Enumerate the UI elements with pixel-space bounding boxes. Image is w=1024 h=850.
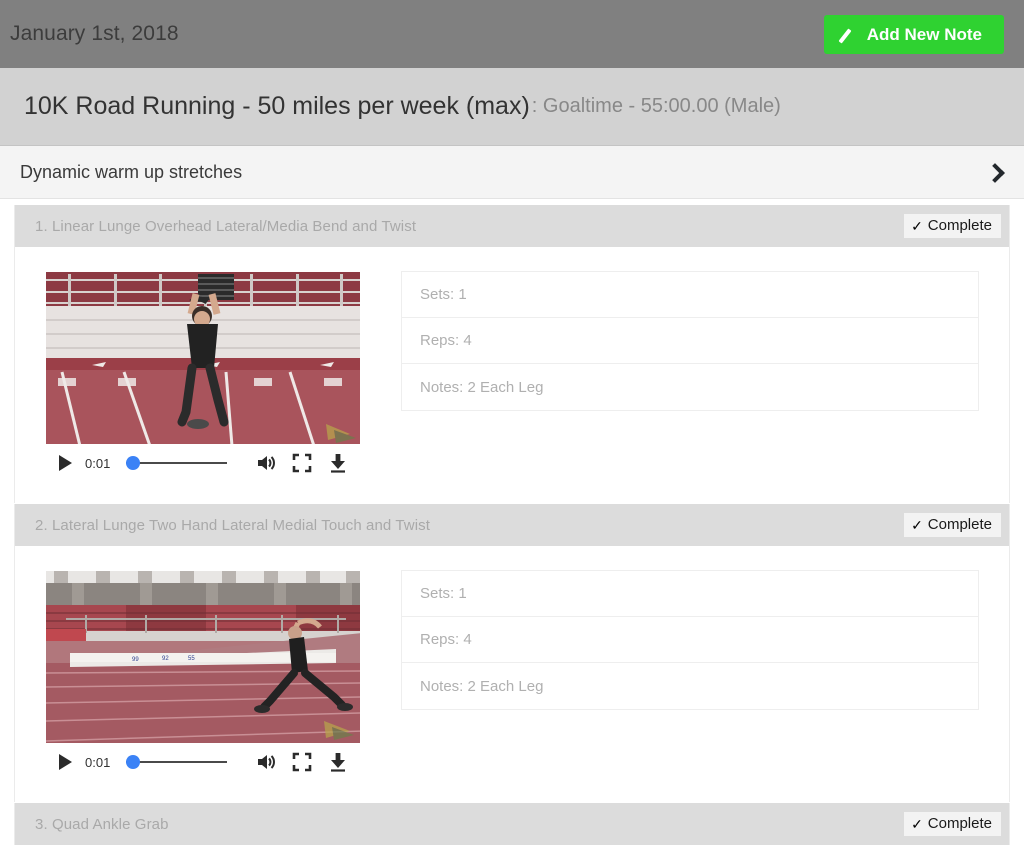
detail-row: Notes: 2 Each Leg: [420, 677, 544, 695]
card-divider: [14, 845, 1010, 846]
exercise-body: 99 92 55 0:01 Sets: 1 Reps: 4 Notes: 2 Each …: [15, 546, 1009, 802]
exercise-details-panel: Sets: 1 Reps: 4 Notes: 2 Each Leg: [401, 570, 979, 710]
exercise-name: 1. Linear Lunge Overhead Lateral/Media B…: [35, 217, 417, 235]
exercise-card: 2. Lateral Lunge Two Hand Lateral Medial…: [14, 504, 1010, 802]
slider-track: [126, 462, 227, 464]
current-date-label: January 1st, 2018: [10, 22, 179, 45]
complete-toggle-button[interactable]: ✓ Complete: [904, 513, 1001, 537]
video-progress-slider[interactable]: [126, 754, 227, 770]
svg-text:92: 92: [162, 656, 169, 662]
exercise-name: 3. Quad Ankle Grab: [35, 815, 169, 833]
detail-row: Sets: 1: [402, 272, 978, 318]
complete-label: Complete: [927, 217, 992, 234]
exercise-header[interactable]: 2. Lateral Lunge Two Hand Lateral Medial…: [15, 504, 1009, 546]
exercise-card: 3. Quad Ankle Grab ✓ Complete: [14, 803, 1010, 845]
exercise-card: 1. Linear Lunge Overhead Lateral/Media B…: [14, 205, 1010, 503]
detail-row: Reps: 4: [402, 617, 978, 663]
play-icon[interactable]: [59, 455, 72, 471]
add-new-note-label: Add New Note: [866, 24, 982, 44]
volume-icon[interactable]: [255, 452, 277, 474]
program-title: 10K Road Running - 50 miles per week (ma…: [24, 92, 530, 120]
download-icon[interactable]: [327, 751, 349, 773]
video-time-label: 0:01: [85, 754, 111, 770]
complete-toggle-button[interactable]: ✓ Complete: [904, 812, 1001, 836]
top-bar: January 1st, 2018 Add New Note: [0, 0, 1024, 68]
complete-toggle-button[interactable]: ✓ Complete: [904, 214, 1001, 238]
chevron-right-icon[interactable]: [986, 164, 1002, 180]
svg-text:99: 99: [132, 657, 139, 663]
svg-text:55: 55: [188, 656, 195, 662]
check-icon: ✓: [911, 815, 923, 832]
download-icon[interactable]: [327, 452, 349, 474]
slider-track: [126, 761, 227, 763]
fullscreen-icon[interactable]: [291, 452, 313, 474]
exercise-body: 0:01 Sets: 1 Reps: 4 Notes: 2 Each Leg: [15, 247, 1009, 503]
complete-label: Complete: [927, 516, 992, 533]
complete-label: Complete: [927, 815, 992, 832]
video-controls: 0:01: [45, 445, 361, 481]
video-player: 99 92 55 0:01: [45, 570, 361, 780]
check-icon: ✓: [911, 516, 923, 533]
exercise-list: 1. Linear Lunge Overhead Lateral/Media B…: [0, 199, 1024, 848]
detail-row: Sets: 1: [402, 571, 978, 617]
exercise-name: 2. Lateral Lunge Two Hand Lateral Medial…: [35, 516, 431, 534]
section-accordion-dynamic-warm-up[interactable]: Dynamic warm up stretches: [0, 146, 1024, 199]
section-title: Dynamic warm up stretches: [20, 161, 243, 182]
exercise-details-panel: Sets: 1 Reps: 4 Notes: 2 Each Leg: [401, 271, 979, 411]
video-progress-slider[interactable]: [126, 455, 227, 471]
fullscreen-icon[interactable]: [291, 751, 313, 773]
play-icon[interactable]: [59, 754, 72, 770]
detail-row: Notes: 2 Each Leg: [420, 378, 544, 396]
program-title-band: 10K Road Running - 50 miles per week (ma…: [0, 68, 1024, 146]
exercise-header[interactable]: 3. Quad Ankle Grab ✓ Complete: [15, 803, 1009, 845]
slider-knob[interactable]: [126, 456, 141, 470]
video-frame[interactable]: [45, 271, 361, 445]
video-thumbnail-graphic: 99 92 55: [46, 571, 360, 743]
detail-row: Reps: 4: [402, 318, 978, 364]
add-new-note-button[interactable]: Add New Note: [823, 14, 1004, 54]
video-controls: 0:01: [45, 744, 361, 780]
video-time-label: 0:01: [85, 455, 111, 471]
volume-icon[interactable]: [255, 751, 277, 773]
check-icon: ✓: [911, 217, 923, 234]
video-frame[interactable]: 99 92 55: [45, 570, 361, 744]
program-goal-time: : Goaltime - 55:00.00 (Male): [531, 95, 781, 117]
exercise-header[interactable]: 1. Linear Lunge Overhead Lateral/Media B…: [15, 205, 1009, 247]
pencil-icon: [842, 27, 857, 42]
video-thumbnail-graphic: [46, 272, 360, 444]
slider-knob[interactable]: [126, 755, 141, 769]
video-player: 0:01: [45, 271, 361, 481]
